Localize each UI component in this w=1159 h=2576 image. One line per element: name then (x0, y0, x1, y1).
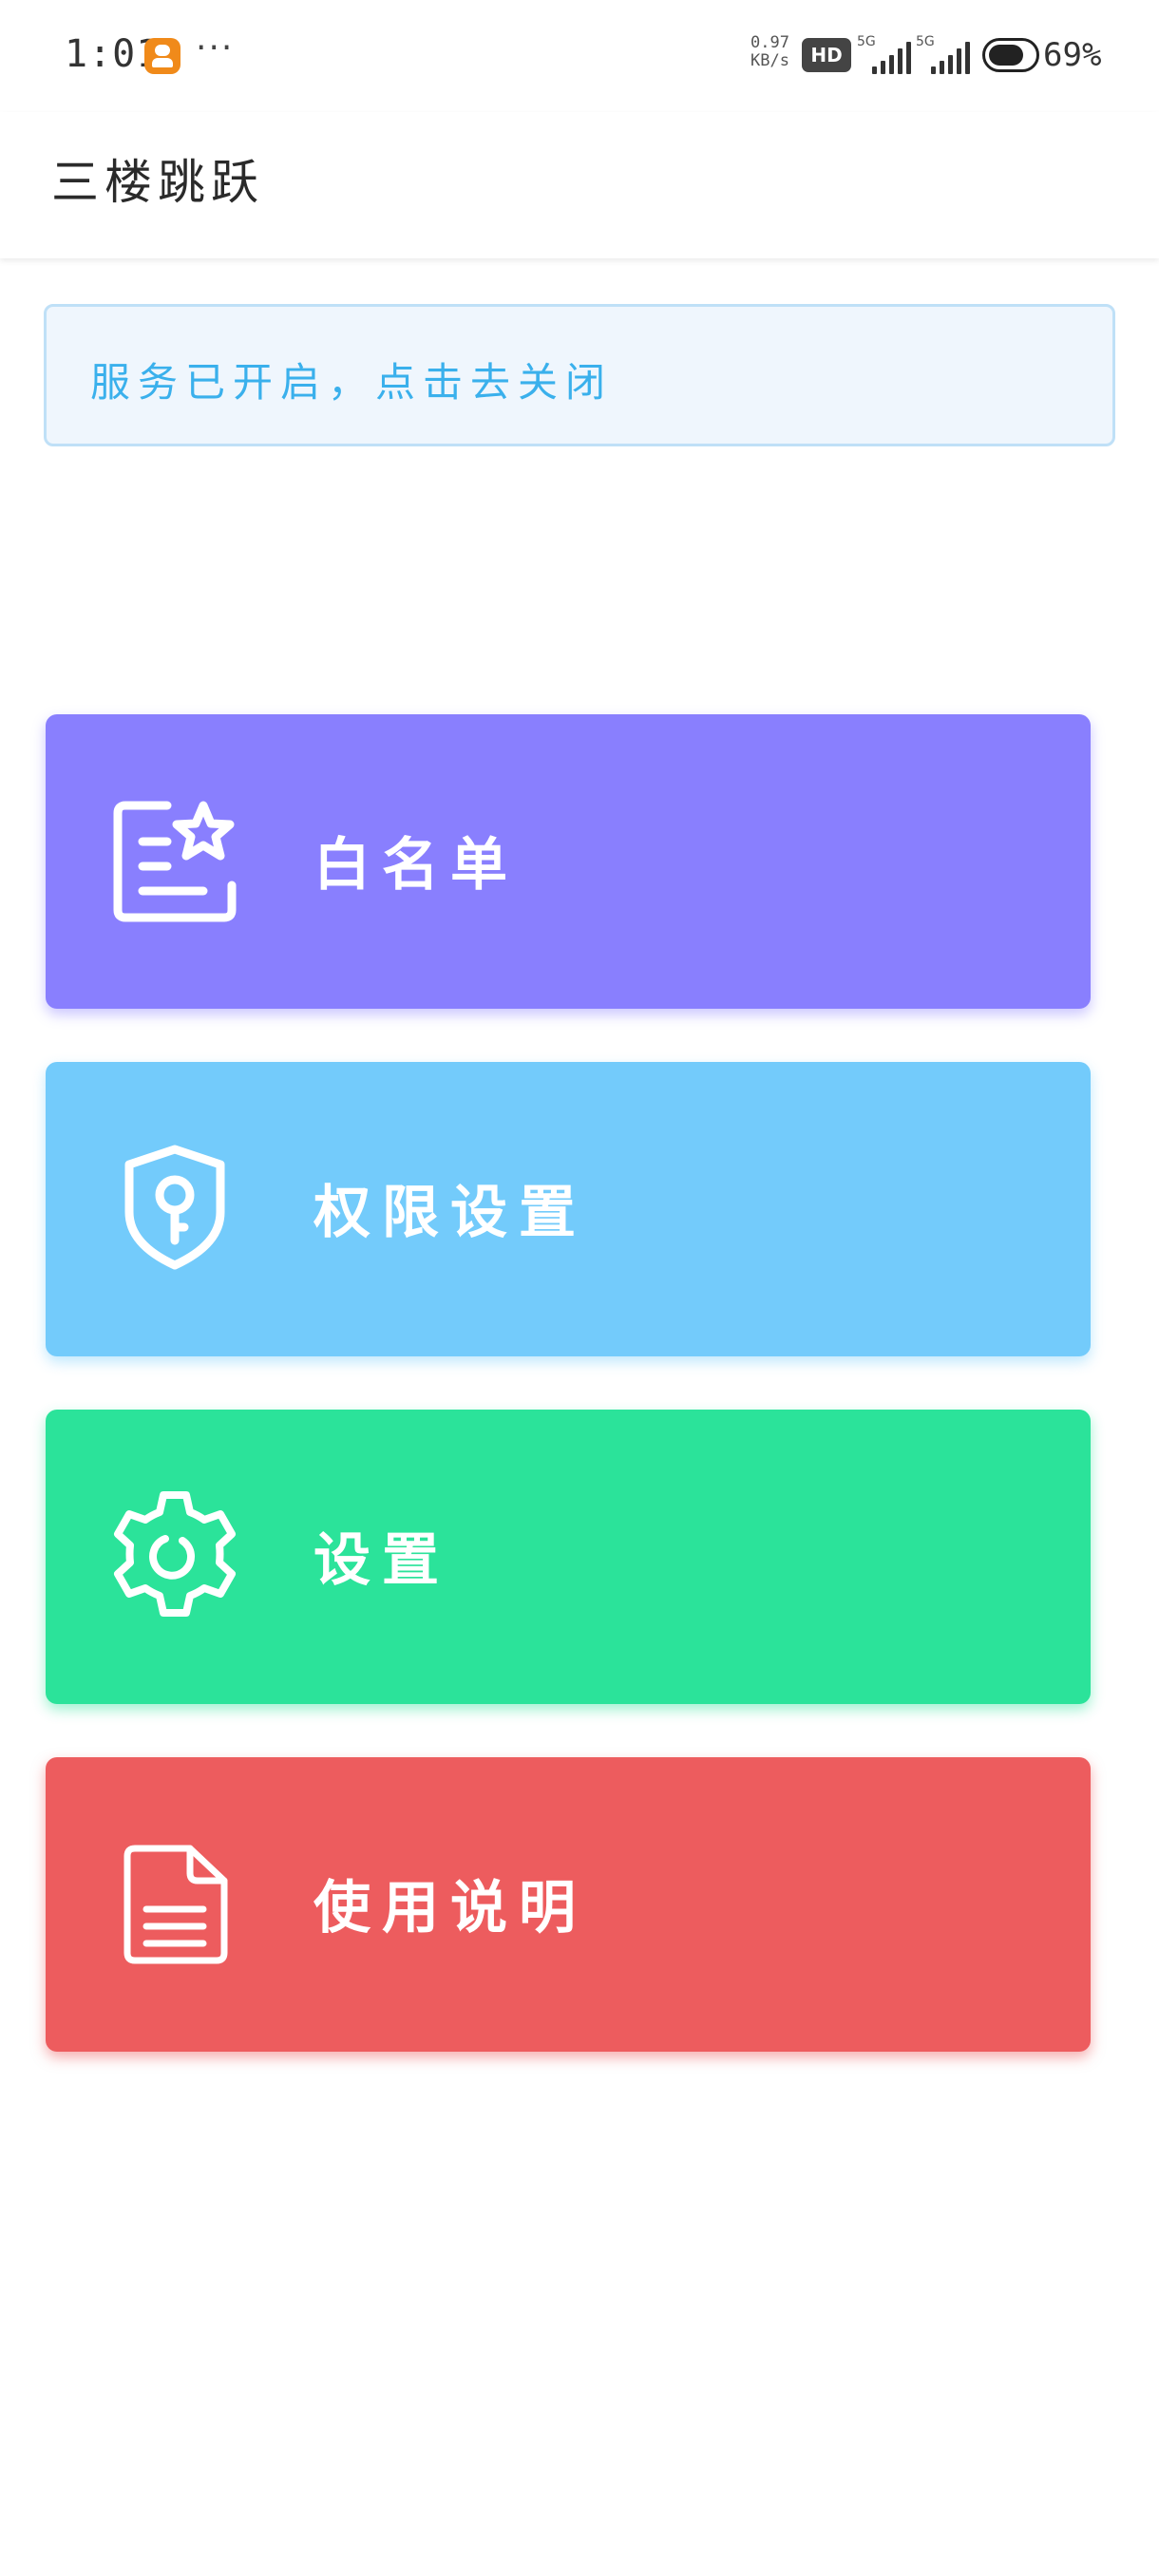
network-type-label-2: 5G (916, 34, 935, 49)
shield-key-icon (108, 1140, 241, 1273)
user-manual-label: 使用说明 (314, 1875, 587, 1941)
network-speed-unit: KB/s (750, 51, 789, 70)
more-notifications-icon: ··· (196, 28, 235, 67)
app-notification-icon (144, 38, 180, 74)
service-toggle-banner[interactable]: 服务已开启，点击去关闭 (44, 304, 1115, 446)
network-speed-value: 0.97 (750, 33, 789, 52)
app-bar: 三楼跳跃 (0, 112, 1159, 258)
permission-settings-label: 权限设置 (314, 1180, 587, 1246)
permission-settings-button[interactable]: 权限设置 (46, 1062, 1091, 1356)
list-star-icon (108, 792, 241, 925)
battery-icon (982, 38, 1039, 72)
network-type-label: 5G (857, 34, 876, 49)
settings-button[interactable]: 设置 (46, 1410, 1091, 1704)
service-status-text: 服务已开启，点击去关闭 (90, 359, 614, 406)
hd-voice-icon: HD (802, 38, 851, 72)
page-title: 三楼跳跃 (51, 155, 264, 210)
whitelist-label: 白名单 (314, 832, 519, 899)
signal-strength-icon: 5G (857, 34, 912, 76)
document-icon (108, 1835, 241, 1968)
battery-level: 69% (1043, 36, 1102, 74)
gear-icon (108, 1487, 241, 1620)
user-manual-button[interactable]: 使用说明 (46, 1757, 1091, 2052)
signal-strength-icon-2: 5G (916, 34, 971, 76)
whitelist-button[interactable]: 白名单 (46, 714, 1091, 1009)
network-speed: 0.97 KB/s (750, 34, 798, 70)
status-bar: 1:01 ··· 0.97 KB/s HD 5G 5G 69% (0, 0, 1159, 112)
settings-label: 设置 (314, 1527, 450, 1594)
